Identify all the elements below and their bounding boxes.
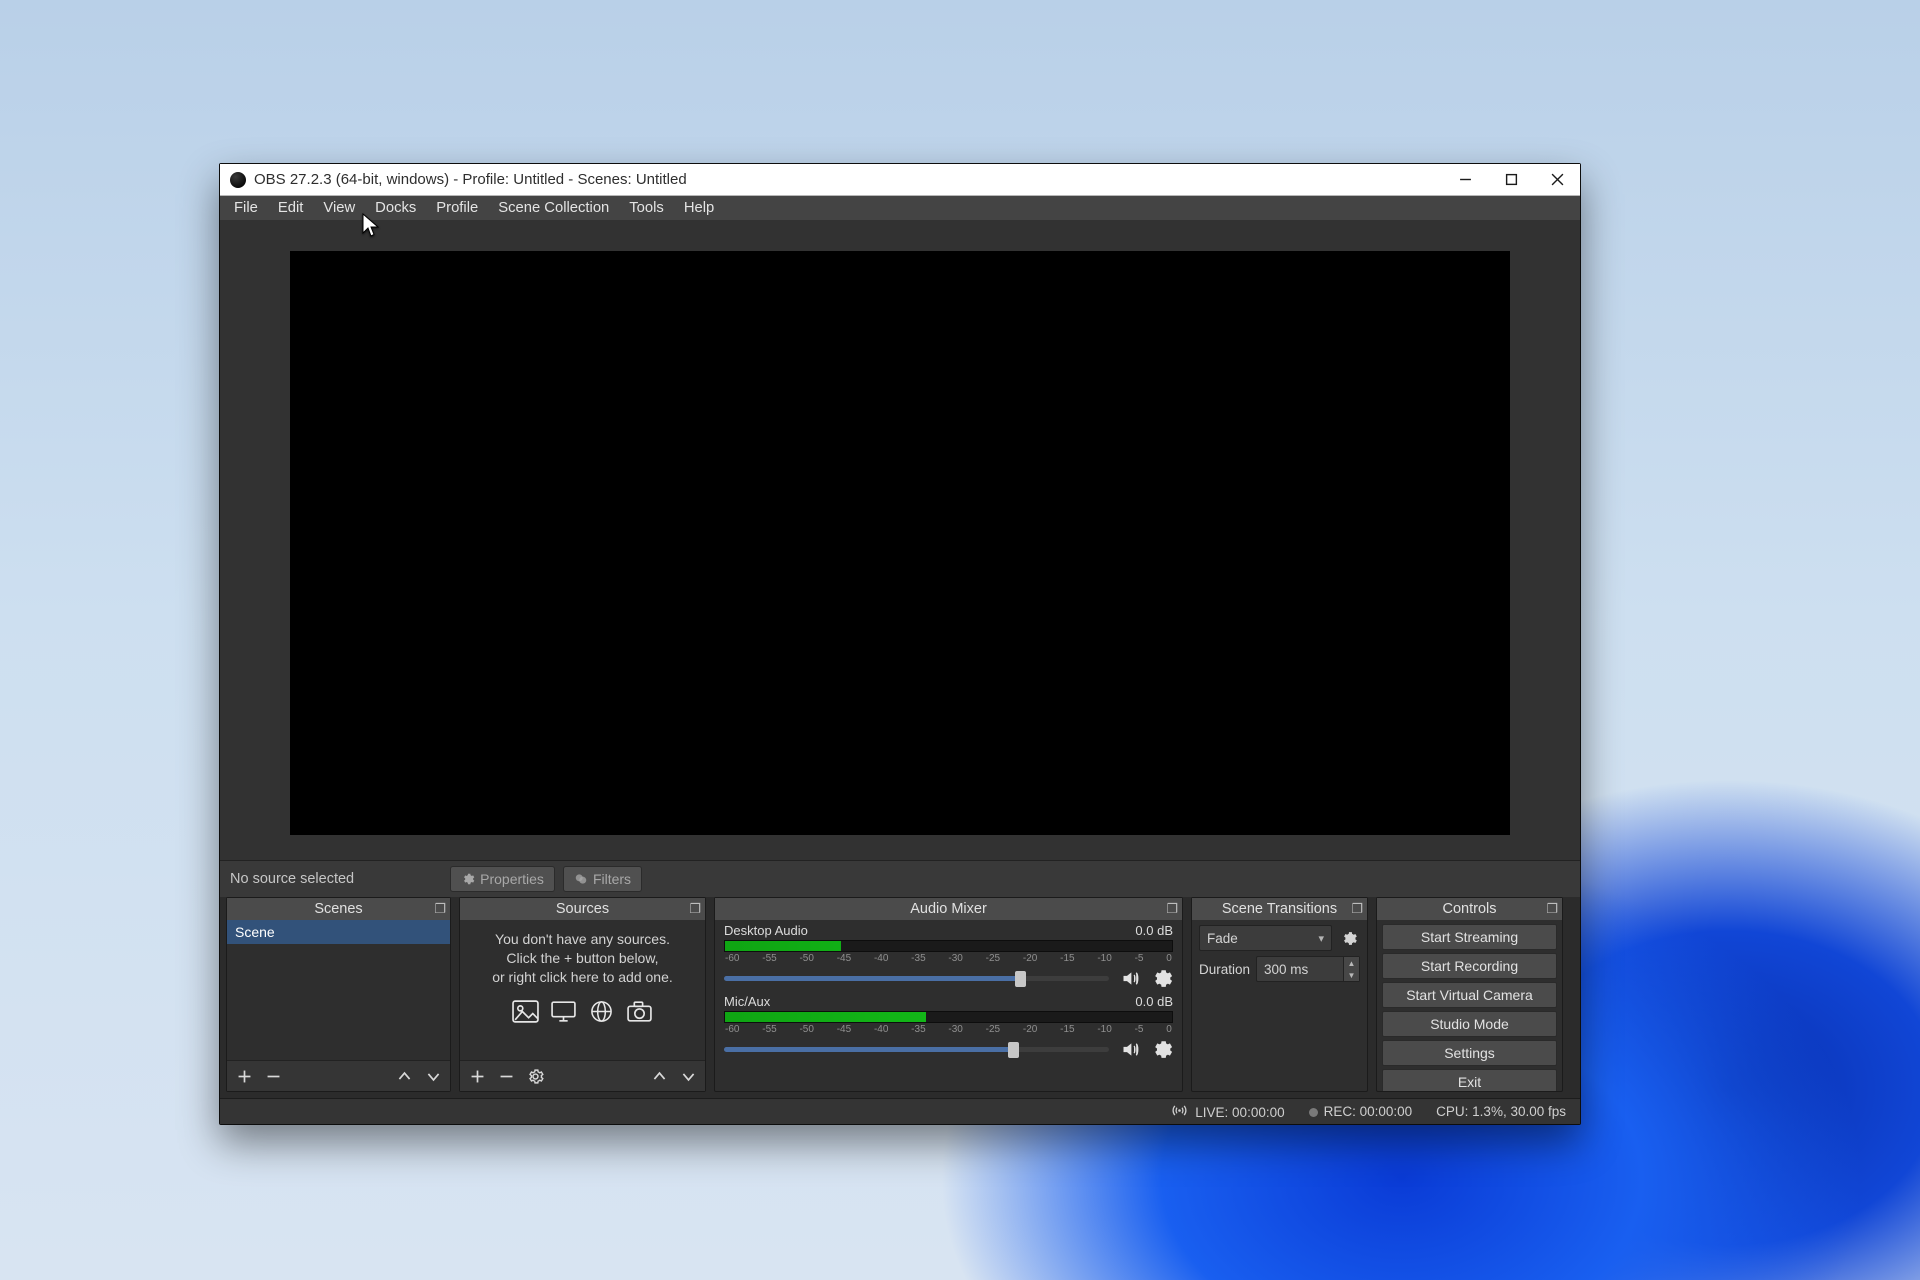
source-type-icons xyxy=(460,999,705,1025)
move-source-down-button[interactable] xyxy=(677,1065,699,1087)
add-scene-button[interactable] xyxy=(233,1065,255,1087)
menu-docks[interactable]: Docks xyxy=(365,197,426,219)
menu-profile[interactable]: Profile xyxy=(426,197,488,219)
channel-level: 0.0 dB xyxy=(1135,923,1173,938)
speaker-icon[interactable] xyxy=(1119,967,1141,989)
status-cpu: CPU: 1.3%, 30.00 fps xyxy=(1436,1104,1566,1119)
sources-empty-hint: You don't have any sources. Click the + … xyxy=(460,920,705,993)
minimize-button[interactable] xyxy=(1442,164,1488,195)
menu-file[interactable]: File xyxy=(224,197,268,219)
maximize-button[interactable] xyxy=(1488,164,1534,195)
menu-tools[interactable]: Tools xyxy=(619,197,674,219)
transition-select[interactable]: Fade▾ xyxy=(1199,925,1332,951)
undock-icon[interactable]: ❐ xyxy=(1351,901,1363,917)
transitions-dock: Scene Transitions ❐ Fade▾ Duration 300 m… xyxy=(1191,897,1368,1092)
scenes-footer xyxy=(227,1060,450,1091)
undock-icon[interactable]: ❐ xyxy=(689,901,701,917)
start-virtual-camera-button[interactable]: Start Virtual Camera xyxy=(1382,982,1557,1008)
mixer-body: Desktop Audio 0.0 dB -60-55-50-45-40-35-… xyxy=(715,920,1182,1091)
scenes-dock: Scenes ❐ Scene xyxy=(226,897,451,1092)
display-icon xyxy=(549,999,579,1025)
preview-canvas[interactable] xyxy=(290,251,1510,835)
broadcast-icon xyxy=(1172,1104,1187,1117)
scenes-header[interactable]: Scenes ❐ xyxy=(227,898,450,920)
remove-scene-button[interactable] xyxy=(262,1065,284,1087)
menu-scene-collection[interactable]: Scene Collection xyxy=(488,197,619,219)
audio-meter xyxy=(724,940,1173,952)
filters-button[interactable]: Filters xyxy=(563,866,642,892)
docks-row: Scenes ❐ Scene Sources ❐ You don xyxy=(220,897,1580,1098)
preview-area xyxy=(220,220,1580,860)
source-status-label: No source selected xyxy=(230,871,354,887)
undock-icon[interactable]: ❐ xyxy=(1166,901,1178,917)
titlebar[interactable]: OBS 27.2.3 (64-bit, windows) - Profile: … xyxy=(220,164,1580,196)
volume-slider[interactable] xyxy=(724,976,1109,981)
remove-source-button[interactable] xyxy=(495,1065,517,1087)
channel-name: Mic/Aux xyxy=(724,994,770,1009)
close-button[interactable] xyxy=(1534,164,1580,195)
menu-help[interactable]: Help xyxy=(674,197,724,219)
properties-button[interactable]: Properties xyxy=(450,866,555,892)
channel-name: Desktop Audio xyxy=(724,923,808,938)
obs-window: OBS 27.2.3 (64-bit, windows) - Profile: … xyxy=(219,163,1581,1125)
meter-ticks: -60-55-50-45-40-35-30-25-20-15-10-50 xyxy=(724,953,1173,964)
add-source-button[interactable] xyxy=(466,1065,488,1087)
sources-list[interactable]: You don't have any sources. Click the + … xyxy=(460,920,705,1060)
sources-dock: Sources ❐ You don't have any sources. Cl… xyxy=(459,897,706,1092)
move-scene-up-button[interactable] xyxy=(393,1065,415,1087)
speaker-icon[interactable] xyxy=(1119,1038,1141,1060)
menubar: File Edit View Docks Profile Scene Colle… xyxy=(220,196,1580,220)
exit-button[interactable]: Exit xyxy=(1382,1069,1557,1091)
channel-level: 0.0 dB xyxy=(1135,994,1173,1009)
globe-icon xyxy=(587,999,617,1025)
channel-settings-icon[interactable] xyxy=(1151,967,1173,989)
controls-header[interactable]: Controls ❐ xyxy=(1377,898,1562,920)
start-streaming-button[interactable]: Start Streaming xyxy=(1382,924,1557,950)
sources-header[interactable]: Sources ❐ xyxy=(460,898,705,920)
meter-ticks: -60-55-50-45-40-35-30-25-20-15-10-50 xyxy=(724,1024,1173,1035)
volume-slider[interactable] xyxy=(724,1047,1109,1052)
app-icon xyxy=(230,172,246,188)
window-title: OBS 27.2.3 (64-bit, windows) - Profile: … xyxy=(254,171,687,188)
source-settings-button[interactable] xyxy=(524,1065,546,1087)
scenes-list[interactable]: Scene xyxy=(227,920,450,1060)
menu-edit[interactable]: Edit xyxy=(268,197,314,219)
status-rec: REC: 00:00:00 xyxy=(1309,1104,1413,1119)
settings-button[interactable]: Settings xyxy=(1382,1040,1557,1066)
mixer-header[interactable]: Audio Mixer ❐ xyxy=(715,898,1182,920)
transition-settings-icon[interactable] xyxy=(1338,927,1360,949)
controls-dock: Controls ❐ Start Streaming Start Recordi… xyxy=(1376,897,1563,1092)
spin-down-icon[interactable]: ▼ xyxy=(1344,969,1359,981)
image-icon xyxy=(511,999,541,1025)
status-bar: LIVE: 00:00:00 REC: 00:00:00 CPU: 1.3%, … xyxy=(220,1098,1580,1124)
undock-icon[interactable]: ❐ xyxy=(1546,901,1558,917)
studio-mode-button[interactable]: Studio Mode xyxy=(1382,1011,1557,1037)
transitions-header[interactable]: Scene Transitions ❐ xyxy=(1192,898,1367,920)
record-dot-icon xyxy=(1309,1108,1318,1117)
channel-settings-icon[interactable] xyxy=(1151,1038,1173,1060)
undock-icon[interactable]: ❐ xyxy=(434,901,446,917)
mixer-channel-desktop: Desktop Audio 0.0 dB -60-55-50-45-40-35-… xyxy=(715,920,1182,991)
camera-icon xyxy=(625,999,655,1025)
move-source-up-button[interactable] xyxy=(648,1065,670,1087)
audio-meter xyxy=(724,1011,1173,1023)
move-scene-down-button[interactable] xyxy=(422,1065,444,1087)
mixer-channel-mic: Mic/Aux 0.0 dB -60-55-50-45-40-35-30-25-… xyxy=(715,991,1182,1062)
duration-label: Duration xyxy=(1199,962,1250,977)
menu-view[interactable]: View xyxy=(313,197,365,219)
audio-mixer-dock: Audio Mixer ❐ Desktop Audio 0.0 dB -60-5… xyxy=(714,897,1183,1092)
sources-footer xyxy=(460,1060,705,1091)
start-recording-button[interactable]: Start Recording xyxy=(1382,953,1557,979)
spin-up-icon[interactable]: ▲ xyxy=(1344,957,1359,969)
duration-spinner[interactable]: 300 ms ▲▼ xyxy=(1256,956,1360,982)
status-live: LIVE: 00:00:00 xyxy=(1172,1104,1285,1120)
source-toolbar: No source selected Properties Filters xyxy=(220,860,1580,897)
scene-item[interactable]: Scene xyxy=(227,920,450,944)
controls-body: Start Streaming Start Recording Start Vi… xyxy=(1377,920,1562,1091)
transitions-body: Fade▾ Duration 300 ms ▲▼ xyxy=(1192,920,1367,1091)
